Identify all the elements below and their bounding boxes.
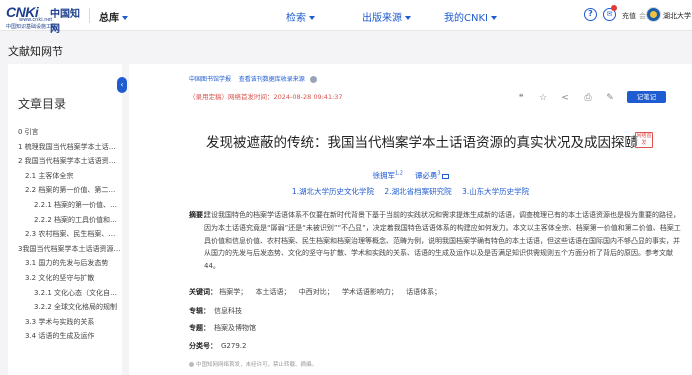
- keyword-link[interactable]: 中西对比；: [299, 288, 334, 296]
- nav-publication-label: 出版来源: [362, 13, 402, 24]
- recharge-link[interactable]: 充值: [622, 11, 636, 21]
- avatar[interactable]: [646, 7, 661, 22]
- take-notes-label: 记笔记: [636, 93, 657, 101]
- toc-item[interactable]: 3.2.1 文化心态（文化自信）: [18, 286, 122, 301]
- topic-value: 档案及博物馆: [214, 324, 256, 332]
- toc-item[interactable]: 3.2.2 全球文化格局的规制: [18, 300, 122, 315]
- nav-search[interactable]: 检索: [286, 9, 315, 24]
- topic-label: 专题：: [189, 324, 210, 332]
- toc-item[interactable]: 2 我国当代档案学本土话语资源的基本构成: [18, 154, 122, 169]
- nav-search-label: 检索: [286, 13, 306, 24]
- keywords: 关键词： 档案学； 本土话语； 中西对比； 学术话语影响力； 话语体系；: [189, 287, 447, 297]
- toc-item[interactable]: 2.2 档案的第一价值、第二价值: [18, 183, 122, 198]
- class-value: G279.2: [221, 342, 247, 350]
- toc-item[interactable]: 2.2.1 档案的第一价值、第二价值: [18, 198, 122, 213]
- take-notes-button[interactable]: 记笔记: [627, 91, 666, 103]
- page-section-title: 文献知网节: [8, 45, 63, 58]
- keyword-link[interactable]: 档案学；: [219, 288, 247, 296]
- table-of-contents-panel: 文章目录 0 引言1 梳理我国当代档案学本土话语资源的真实状况2 我国当代档案学…: [8, 64, 122, 375]
- series-value: 信息科技: [214, 307, 242, 315]
- copyright-text: 中国知网网络首发，未经许可，禁止转载、摘编。: [196, 362, 318, 368]
- logo-chinese: 中国知网: [50, 9, 80, 35]
- toc-item[interactable]: 3.2 文化的坚守与扩散: [18, 271, 122, 286]
- article-panel: 中国图书馆学报 查看该刊数据库收录来源 （录用定稿）网络首发时间：2024-08…: [129, 64, 692, 375]
- abstract-text: 建设我国特色的档案学话语体系不仅要在新时代背景下基于当前的实践状况和需求提炼生成…: [204, 211, 681, 271]
- authors: 徐拥军1,2 谭必勇3: [129, 170, 692, 181]
- notice-icon: [189, 362, 194, 367]
- logo-subtitle: 中国知识基础设施工程: [6, 24, 57, 30]
- affiliation-link[interactable]: 2.湖北省档案研究院: [384, 187, 451, 196]
- cnki-logo[interactable]: CNKi 中国知网 www.cnki.net 中国知识基础设施工程: [6, 4, 84, 35]
- library-dropdown[interactable]: 总库: [99, 9, 128, 24]
- chevron-down-icon: [405, 16, 411, 20]
- affiliation-link[interactable]: 1.湖北大学历史文化学院: [292, 187, 374, 196]
- source-line: 中国图书馆学报 查看该刊数据库收录来源: [189, 74, 317, 83]
- affiliation-link[interactable]: 3.山东大学历史学院: [462, 187, 529, 196]
- online-first-badge: 网络首发: [635, 132, 653, 148]
- keyword-link[interactable]: 学术话语影响力；: [342, 288, 398, 296]
- toc-item[interactable]: 1 梳理我国当代档案学本土话语资源的真实状况: [18, 140, 122, 155]
- database-source-link[interactable]: 查看该刊数据库收录来源: [239, 76, 305, 83]
- chevron-down-icon: [490, 16, 497, 20]
- quote-icon[interactable]: ❝: [514, 91, 528, 105]
- author-link[interactable]: 徐拥军: [372, 171, 395, 180]
- header-divider: [89, 8, 90, 23]
- journal-link[interactable]: 中国图书馆学报: [189, 76, 231, 83]
- nav-my-cnki[interactable]: 我的CNKI: [444, 9, 497, 24]
- article-title: 发现被遮蔽的传统：我国当代档案学本土话语资源的真实状况及成因探赜: [206, 135, 638, 151]
- note-icon[interactable]: ✎: [603, 91, 617, 105]
- author-superscript: 3: [437, 170, 441, 177]
- toc-item[interactable]: 2.1 主客体全宗: [18, 169, 122, 184]
- star-icon[interactable]: ☆: [536, 91, 550, 105]
- library-label: 总库: [99, 13, 119, 24]
- toc-item[interactable]: 3.4 话语的生成及运作: [18, 329, 122, 344]
- chevron-down-icon: [122, 16, 128, 20]
- user-name[interactable]: 湖北大学: [663, 11, 691, 21]
- abstract-label: 摘要：: [189, 211, 210, 219]
- notification-badge: [611, 5, 617, 11]
- publish-info: （录用定稿）网络首发时间：2024-08-28 09:41:37: [189, 93, 343, 101]
- help-icon[interactable]: ?: [584, 8, 597, 21]
- print-icon[interactable]: ⎙: [581, 91, 595, 105]
- toc-item[interactable]: 0 引言: [18, 125, 122, 140]
- series-label: 专辑：: [189, 307, 210, 315]
- author-link[interactable]: 谭必勇: [415, 171, 438, 180]
- toc-list: 0 引言1 梳理我国当代档案学本土话语资源的真实状况2 我国当代档案学本土话语资…: [18, 125, 122, 344]
- toc-item[interactable]: 3.3 学术与实践的关系: [18, 315, 122, 330]
- affiliations: 1.湖北大学历史文化学院 2.湖北省档案研究院 3.山东大学历史学院: [129, 186, 692, 197]
- keyword-link[interactable]: 话语体系；: [406, 288, 441, 296]
- class-label: 分类号：: [189, 342, 217, 350]
- keywords-label: 关键词：: [189, 288, 217, 296]
- chevron-down-icon: [309, 16, 315, 20]
- keyword-link[interactable]: 本土话语；: [255, 288, 290, 296]
- classification: 分类号： G279.2: [189, 341, 246, 351]
- nav-my-cnki-label: 我的CNKI: [444, 13, 488, 24]
- share-icon[interactable]: <: [558, 91, 572, 105]
- abstract: 摘要： 建设我国特色的档案学话语体系不仅要在新时代背景下基于当前的实践状况和需求…: [189, 209, 681, 273]
- collapse-toc-button[interactable]: ‹: [117, 77, 127, 93]
- toc-item[interactable]: 2.3 农村档案、民生档案、档案: [18, 227, 122, 242]
- email-icon[interactable]: [441, 173, 449, 179]
- toc-item[interactable]: 3我国当代档案学本土话语资源的成因: [18, 242, 122, 257]
- topic: 专题： 档案及博物馆: [189, 323, 256, 333]
- toc-item[interactable]: 2.2.2 档案的工具价值和信息价值: [18, 213, 122, 228]
- top-navigation-bar: CNKi 中国知网 www.cnki.net 中国知识基础设施工程 总库 检索 …: [0, 0, 692, 35]
- series: 专辑： 信息科技: [189, 306, 242, 316]
- copyright-notice: 中国知网网络首发，未经许可，禁止转载、摘编。: [189, 360, 317, 368]
- nav-publication-sources[interactable]: 出版来源: [362, 9, 411, 24]
- toc-title: 文章目录: [18, 97, 67, 111]
- toc-item[interactable]: 3.1 国力的先发与后发态势: [18, 256, 122, 271]
- info-icon[interactable]: [309, 76, 317, 83]
- author-superscript: 1,2: [394, 170, 403, 177]
